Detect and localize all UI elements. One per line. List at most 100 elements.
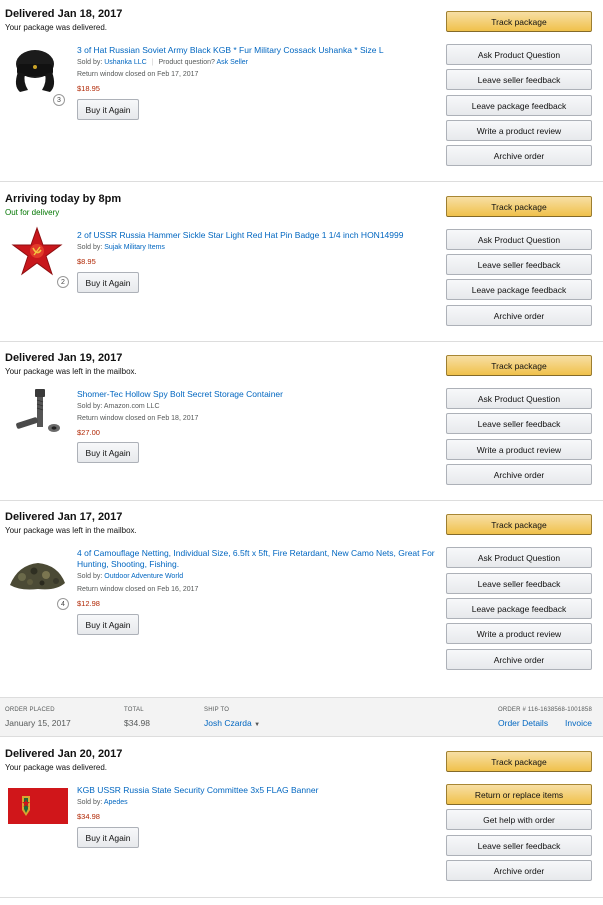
product-image-ushanka-hat[interactable]	[8, 44, 66, 96]
ask-product-question-button[interactable]: Ask Product Question	[446, 547, 592, 568]
product-image-spy-bolt[interactable]	[8, 386, 66, 438]
ship-to-name: Josh Czarda	[204, 718, 252, 728]
track-package-button[interactable]: Track package	[446, 355, 592, 376]
delivery-status: Delivered Jan 19, 2017	[5, 352, 123, 364]
divider: |	[151, 59, 154, 66]
ask-product-question-button[interactable]: Ask Product Question	[446, 229, 592, 250]
item-title-link[interactable]: 4 of Camouflage Netting, Individual Size…	[77, 548, 437, 570]
shipment-card: Delivered Jan 20, 2017 Your package was …	[0, 738, 603, 898]
quantity-badge: 4	[57, 598, 69, 610]
item-price: $8.95	[77, 257, 96, 266]
seller-link[interactable]: Ushanka LLC	[104, 59, 146, 66]
delivery-status-detail: Out for delivery	[5, 208, 60, 217]
leave-package-feedback-button[interactable]: Leave package feedback	[446, 95, 592, 116]
seller-line: Sold by: Apedes	[77, 799, 128, 806]
sold-by-label: Sold by:	[77, 59, 103, 66]
sold-by-label: Sold by:	[77, 573, 103, 580]
spy-bolt-image	[16, 389, 60, 432]
order-placed-label: ORDER PLACED	[5, 707, 55, 713]
archive-order-button[interactable]: Archive order	[446, 860, 592, 881]
sold-by-label: Sold by:	[77, 403, 103, 410]
item-title-link[interactable]: 3 of Hat Russian Soviet Army Black KGB *…	[77, 45, 437, 56]
delivery-status: Arriving today by 8pm	[5, 193, 122, 205]
delivery-status: Delivered Jan 17, 2017	[5, 511, 123, 523]
leave-package-feedback-button[interactable]: Leave package feedback	[446, 279, 592, 300]
kgb-flag-image	[8, 788, 68, 824]
buy-again-button[interactable]: Buy it Again	[77, 827, 139, 848]
buy-again-button[interactable]: Buy it Again	[77, 614, 139, 635]
archive-order-button[interactable]: Archive order	[446, 145, 592, 166]
shipment-card: Delivered Jan 17, 2017 Your package was …	[0, 501, 603, 697]
product-image-star-pin[interactable]	[8, 226, 66, 278]
shipment-card: Arriving today by 8pm Out for delivery 2…	[0, 182, 603, 342]
order-number: ORDER # 116-1638568-1001858	[497, 707, 592, 713]
return-window-text: Return window closed on Feb 18, 2017	[77, 415, 199, 422]
delivery-status: Delivered Jan 20, 2017	[5, 748, 123, 760]
item-title-link[interactable]: 2 of USSR Russia Hammer Sickle Star Ligh…	[77, 230, 437, 241]
product-image-kgb-flag[interactable]	[8, 786, 68, 826]
track-package-button[interactable]: Track package	[446, 196, 592, 217]
item-price: $27.00	[77, 428, 100, 437]
seller-line: Sold by: Ushanka LLC | Product question? A…	[77, 59, 248, 66]
ushanka-hat-image	[15, 50, 55, 92]
seller-link[interactable]: Outdoor Adventure World	[104, 573, 183, 580]
delivery-status-detail: Your package was left in the mailbox.	[5, 367, 137, 376]
track-package-button[interactable]: Track package	[446, 751, 592, 772]
item-price: $12.98	[77, 599, 100, 608]
quantity-badge: 2	[57, 276, 69, 288]
leave-seller-feedback-button[interactable]: Leave seller feedback	[446, 413, 592, 434]
archive-order-button[interactable]: Archive order	[446, 305, 592, 326]
order-total-value: $34.98	[124, 718, 150, 728]
ask-seller-link[interactable]: Ask Seller	[217, 59, 249, 66]
seller-link[interactable]: Apedes	[104, 799, 128, 806]
item-title-link[interactable]: KGB USSR Russia State Security Committee…	[77, 785, 437, 796]
return-window-text: Return window closed on Feb 16, 2017	[77, 586, 199, 593]
leave-package-feedback-button[interactable]: Leave package feedback	[446, 598, 592, 619]
get-help-button[interactable]: Get help with order	[446, 809, 592, 830]
buy-again-button[interactable]: Buy it Again	[77, 272, 139, 293]
delivery-status-detail: Your package was left in the mailbox.	[5, 526, 137, 535]
order-placed-date: January 15, 2017	[5, 718, 71, 728]
leave-seller-feedback-button[interactable]: Leave seller feedback	[446, 69, 592, 90]
leave-seller-feedback-button[interactable]: Leave seller feedback	[446, 835, 592, 856]
delivery-status: Delivered Jan 18, 2017	[5, 8, 123, 20]
leave-seller-feedback-button[interactable]: Leave seller feedback	[446, 573, 592, 594]
order-details-link[interactable]: Order Details	[498, 718, 548, 728]
return-window-text: Return window closed on Feb 17, 2017	[77, 71, 199, 78]
camo-netting-image	[10, 563, 65, 590]
seller-line: Sold by: Outdoor Adventure World	[77, 573, 183, 580]
seller-name: Amazon.com LLC	[103, 403, 160, 410]
ship-to-dropdown[interactable]: Josh Czarda ▼	[204, 718, 260, 728]
item-price: $34.98	[77, 812, 100, 821]
order-total-label: TOTAL	[124, 707, 144, 713]
archive-order-button[interactable]: Archive order	[446, 649, 592, 670]
buy-again-button[interactable]: Buy it Again	[77, 99, 139, 120]
ship-to-label: SHIP TO	[204, 707, 230, 713]
product-image-camo-netting[interactable]	[8, 551, 66, 603]
write-review-button[interactable]: Write a product review	[446, 623, 592, 644]
item-price: $18.95	[77, 84, 100, 93]
seller-link[interactable]: Sujak Military Items	[104, 244, 165, 251]
product-question-text: Product question?	[158, 59, 215, 66]
track-package-button[interactable]: Track package	[446, 514, 592, 535]
invoice-link[interactable]: Invoice	[565, 718, 592, 728]
archive-order-button[interactable]: Archive order	[446, 464, 592, 485]
delivery-status-detail: Your package was delivered.	[5, 23, 107, 32]
delivery-status-detail: Your package was delivered.	[5, 763, 107, 772]
item-title-link[interactable]: Shomer-Tec Hollow Spy Bolt Secret Storag…	[77, 389, 437, 400]
leave-seller-feedback-button[interactable]: Leave seller feedback	[446, 254, 592, 275]
red-star-pin-image	[11, 226, 63, 276]
ask-product-question-button[interactable]: Ask Product Question	[446, 44, 592, 65]
quantity-badge: 3	[53, 94, 65, 106]
chevron-down-icon: ▼	[254, 722, 261, 728]
shipment-card: Delivered Jan 19, 2017 Your package was …	[0, 342, 603, 501]
track-package-button[interactable]: Track package	[446, 11, 592, 32]
write-review-button[interactable]: Write a product review	[446, 120, 592, 141]
buy-again-button[interactable]: Buy it Again	[77, 442, 139, 463]
ask-product-question-button[interactable]: Ask Product Question	[446, 388, 592, 409]
sold-by-label: Sold by:	[77, 799, 103, 806]
seller-line: Sold by: Sujak Military Items	[77, 244, 165, 251]
return-or-replace-button[interactable]: Return or replace items	[446, 784, 592, 805]
write-review-button[interactable]: Write a product review	[446, 439, 592, 460]
order-info-header: ORDER PLACED January 15, 2017 TOTAL $34.…	[0, 697, 603, 737]
